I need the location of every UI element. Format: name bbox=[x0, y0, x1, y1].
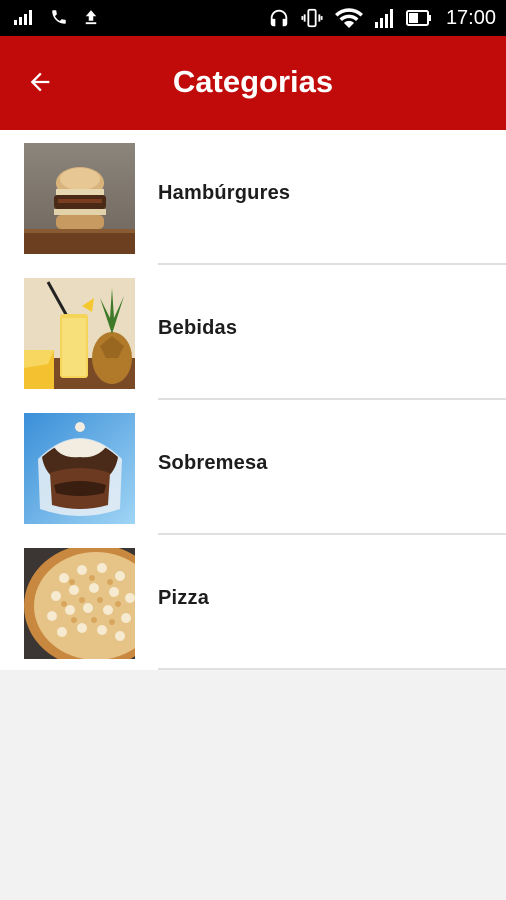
clock-time: 17:00 bbox=[445, 7, 496, 29]
category-item-sobremesa[interactable]: Sobremesa bbox=[0, 400, 506, 535]
category-label: Sobremesa bbox=[158, 452, 268, 474]
wifi-icon bbox=[334, 8, 363, 28]
category-label: Pizza bbox=[158, 587, 210, 609]
burger-image bbox=[24, 143, 135, 254]
upload-icon bbox=[85, 10, 97, 25]
battery-icon bbox=[405, 10, 431, 26]
signal-icon bbox=[14, 10, 32, 25]
category-label: Hambúrgures bbox=[158, 182, 291, 204]
category-label: Bebidas bbox=[158, 317, 238, 339]
category-item-pizza[interactable]: Pizza bbox=[0, 535, 506, 670]
category-item-bebidas[interactable]: Bebidas bbox=[0, 265, 506, 400]
category-item-hamburgures[interactable]: Hambúrgures bbox=[0, 130, 506, 265]
page-title: Categorias bbox=[172, 64, 334, 99]
status-bar: 17:00 bbox=[0, 0, 506, 36]
app-bar: Categorias bbox=[0, 36, 506, 130]
cell-signal-icon bbox=[374, 9, 393, 28]
pizza-image bbox=[24, 548, 135, 659]
drink-image bbox=[24, 278, 135, 389]
phone-icon bbox=[52, 10, 66, 24]
dessert-image bbox=[24, 413, 135, 524]
category-list: Hambúrgures Bebidas Sobremesa Pizza bbox=[0, 130, 506, 670]
headset-icon bbox=[270, 9, 288, 27]
vibrate-icon bbox=[301, 8, 323, 28]
divider bbox=[158, 668, 506, 670]
